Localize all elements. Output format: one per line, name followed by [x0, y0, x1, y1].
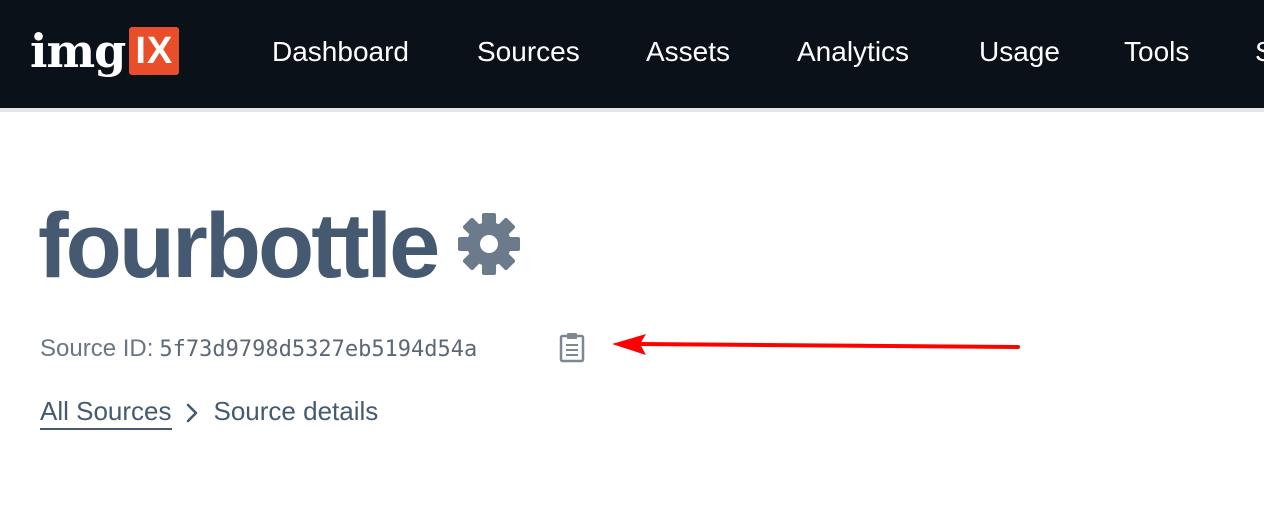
top-navigation-bar: img IX Dashboard Sources Assets Analytic…: [0, 0, 1264, 108]
nav-item-assets[interactable]: Assets: [646, 34, 730, 70]
nav-item-usage[interactable]: Usage: [979, 34, 1060, 70]
nav-item-truncated[interactable]: S: [1255, 34, 1264, 70]
topbar-divider: [0, 108, 1264, 112]
nav-item-tools[interactable]: Tools: [1124, 34, 1189, 70]
source-id-row: Source ID: 5f73d9798d5327eb5194d54a: [40, 333, 477, 365]
arrow-left-icon: [612, 334, 1020, 355]
clipboard-icon[interactable]: [558, 331, 586, 363]
breadcrumb: All Sources Source details: [40, 393, 378, 433]
source-id-label: Source ID:: [40, 335, 154, 362]
breadcrumb-current: Source details: [213, 396, 379, 426]
breadcrumb-all-sources-link[interactable]: All Sources: [40, 396, 172, 430]
nav-item-dashboard[interactable]: Dashboard: [272, 34, 409, 70]
source-id-value: 5f73d9798d5327eb5194d54a: [159, 336, 478, 362]
nav-item-sources[interactable]: Sources: [477, 34, 580, 70]
gear-icon[interactable]: [456, 211, 522, 277]
page-title: fourbottle: [38, 195, 440, 297]
main-nav: Dashboard Sources Assets Analytics Usage…: [0, 0, 1264, 108]
nav-item-analytics[interactable]: Analytics: [797, 34, 909, 70]
chevron-right-icon: [186, 403, 197, 423]
